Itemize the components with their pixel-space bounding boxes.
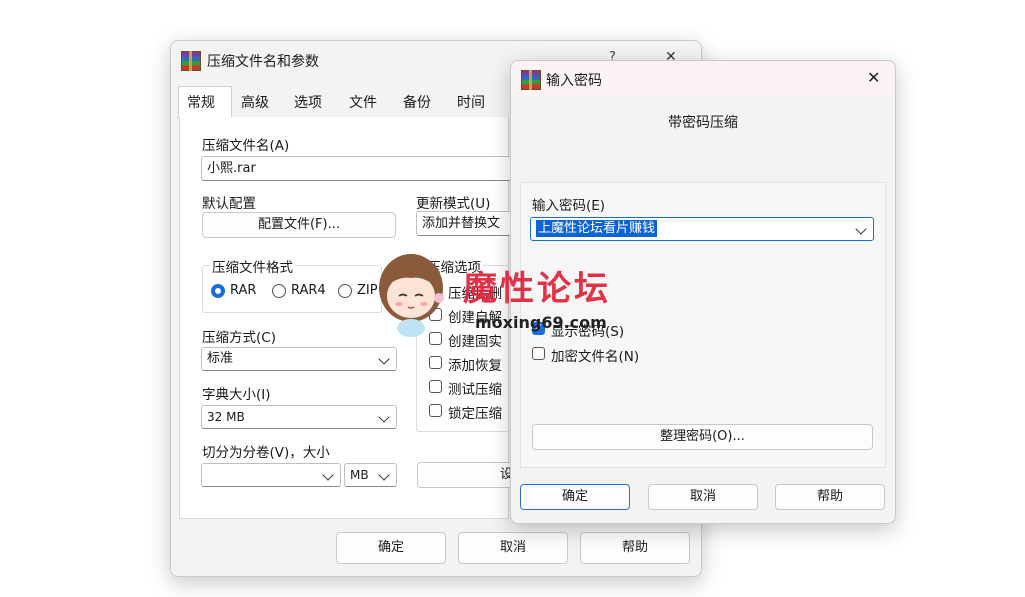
format-zip-radio[interactable] — [338, 284, 352, 298]
password-ok-button[interactable]: 确定 — [520, 484, 630, 510]
split-size-combo[interactable] — [201, 463, 341, 487]
archive-cancel-button[interactable]: 取消 — [458, 532, 568, 564]
winrar-icon — [521, 70, 541, 90]
update-mode-value: 添加并替换文 — [422, 216, 501, 231]
dict-value: 32 MB — [207, 410, 245, 424]
option-lock-checkbox[interactable] — [429, 404, 442, 417]
mascot-image — [371, 248, 461, 338]
password-cancel-button[interactable]: 取消 — [648, 484, 758, 510]
tab-general[interactable]: 常规 — [187, 92, 215, 112]
archive-dialog-title: 压缩文件名和参数 — [207, 54, 319, 70]
method-value: 标准 — [207, 351, 234, 366]
update-mode-label: 更新模式(U) — [416, 196, 491, 212]
password-dialog-title: 输入密码 — [546, 73, 602, 89]
tab-time[interactable]: 时间 — [457, 92, 485, 112]
mascot-illustration — [379, 254, 444, 337]
format-group-label: 压缩文件格式 — [210, 256, 295, 276]
split-label: 切分为分卷(V)，大小 — [202, 445, 330, 461]
chevron-down-icon — [378, 411, 390, 423]
archive-ok-button[interactable]: 确定 — [336, 532, 446, 564]
encrypt-names-label[interactable]: 加密文件名(N) — [551, 345, 639, 365]
watermark-url: moxing69.com — [475, 313, 607, 332]
set-password-button[interactable]: 设 — [417, 462, 517, 488]
password-input-value: 上魔性论坛看片赚钱 — [536, 220, 658, 237]
close-icon[interactable]: ✕ — [867, 68, 880, 87]
password-help-button[interactable]: 帮助 — [775, 484, 885, 510]
chevron-down-icon — [378, 469, 390, 481]
option-lock-label[interactable]: 锁定压缩 — [448, 402, 502, 422]
organize-passwords-button[interactable]: 整理密码(O)... — [532, 424, 873, 450]
archive-name-value: 小熙.rar — [207, 161, 256, 176]
option-recovery-checkbox[interactable] — [429, 356, 442, 369]
password-input-label: 输入密码(E) — [532, 198, 606, 214]
dict-label: 字典大小(I) — [202, 387, 271, 403]
default-profile-label: 默认配置 — [202, 196, 256, 212]
tab-options[interactable]: 选项 — [294, 92, 322, 112]
password-dialog-titlebar[interactable]: 输入密码 ✕ — [511, 61, 895, 97]
split-unit-select[interactable]: MB — [344, 463, 397, 487]
format-rar4-radio[interactable] — [272, 284, 286, 298]
winrar-icon — [181, 51, 201, 71]
chevron-down-icon — [322, 469, 334, 481]
option-test-label[interactable]: 测试压缩 — [448, 378, 502, 398]
update-mode-select[interactable]: 添加并替换文 — [416, 211, 511, 236]
split-unit-value: MB — [350, 468, 369, 482]
option-recovery-label[interactable]: 添加恢复 — [448, 354, 502, 374]
archive-name-input[interactable]: 小熙.rar — [201, 156, 511, 181]
archive-name-label: 压缩文件名(A) — [202, 138, 290, 154]
encrypt-names-checkbox[interactable] — [532, 347, 545, 360]
method-select[interactable]: 标准 — [201, 347, 397, 371]
tab-files[interactable]: 文件 — [349, 92, 377, 112]
tab-advanced[interactable]: 高级 — [241, 92, 269, 112]
format-rar-radio[interactable] — [211, 284, 225, 298]
method-label: 压缩方式(C) — [202, 330, 276, 346]
tab-backup[interactable]: 备份 — [403, 92, 431, 112]
password-input[interactable]: 上魔性论坛看片赚钱 — [530, 217, 874, 241]
format-rar-label[interactable]: RAR — [230, 283, 256, 298]
chevron-down-icon — [378, 353, 390, 365]
profiles-button[interactable]: 配置文件(F)... — [202, 212, 396, 238]
password-dialog-subtitle: 带密码压缩 — [668, 115, 738, 131]
dict-select[interactable]: 32 MB — [201, 405, 397, 429]
archive-help-button[interactable]: 帮助 — [580, 532, 690, 564]
option-test-checkbox[interactable] — [429, 380, 442, 393]
watermark-title: 魔性论坛 — [463, 269, 611, 309]
format-rar4-label[interactable]: RAR4 — [291, 283, 326, 298]
chevron-down-icon — [855, 223, 867, 235]
